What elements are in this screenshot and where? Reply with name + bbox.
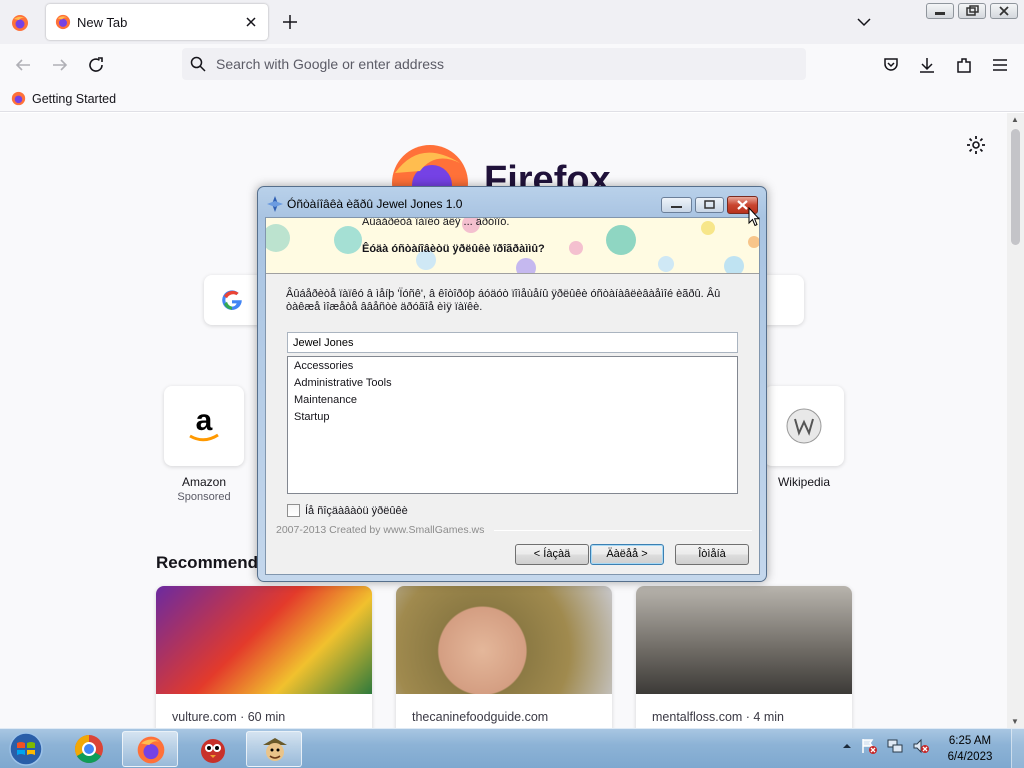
firefox-view-icon[interactable]: [11, 14, 29, 32]
bookmark-getting-started[interactable]: Getting Started: [11, 91, 116, 106]
story-image-historic-photo: [636, 586, 852, 694]
taskbar-chrome[interactable]: [61, 731, 117, 767]
show-desktop-button[interactable]: [1011, 729, 1024, 768]
story-image-comic: [156, 586, 372, 694]
dialog-body: Âûáåðèòå ïàïêó äëÿ ... ãðóïïó. Êóäà óñòà…: [265, 217, 760, 575]
taskbar-clock[interactable]: 6:25 AM 6/4/2023: [940, 733, 1000, 765]
recommended-heading: Recommende: [156, 553, 268, 572]
url-bar[interactable]: [182, 48, 806, 80]
next-button[interactable]: Äàëåå >: [590, 544, 664, 565]
window-close-button[interactable]: [990, 3, 1018, 19]
svg-text:a: a: [196, 406, 213, 437]
red-bird-app-icon: [201, 739, 225, 763]
dialog-title: Óñòàíîâêà èãðû Jewel Jones 1.0: [287, 197, 463, 211]
dialog-maximize-button[interactable]: [695, 197, 724, 213]
volume-muted-icon[interactable]: [912, 737, 930, 755]
divider: [494, 530, 752, 531]
google-icon: [222, 290, 242, 310]
action-center-flag-icon[interactable]: [860, 737, 878, 755]
taskbar-game-app[interactable]: [185, 731, 241, 767]
window-restore-button[interactable]: [958, 3, 986, 19]
scroll-down-arrow-icon[interactable]: ▼: [1011, 717, 1019, 726]
taskbar-installer[interactable]: [246, 731, 302, 767]
clock-date: 6/4/2023: [947, 751, 993, 763]
gear-icon[interactable]: [966, 135, 986, 155]
folder-list-item[interactable]: Maintenance: [294, 394, 357, 406]
no-shortcuts-checkbox[interactable]: Íå ñîçäàâàòü ÿðëûêè: [287, 504, 408, 517]
bookmarks-toolbar: Getting Started: [0, 86, 1024, 112]
start-menu-folder-list[interactable]: Accessories Administrative Tools Mainten…: [287, 356, 738, 494]
story-card[interactable]: thecaninefoodguide.com: [396, 586, 612, 728]
checkbox-label: Íå ñîçäàâàòü ÿðëûêè: [305, 504, 408, 517]
start-button[interactable]: [6, 731, 46, 767]
dialog-header-banner: Âûáåðèòå ïàïêó äëÿ ... ãðóïïó. Êóäà óñòà…: [266, 218, 759, 274]
start-menu-folder-input[interactable]: [287, 332, 738, 353]
downloads-icon[interactable]: [918, 56, 936, 74]
story-source: thecaninefoodguide.com: [412, 710, 549, 724]
installer-branding: 2007-2013 Created by www.SmallGames.ws: [276, 524, 485, 536]
wikipedia-icon: [786, 408, 822, 444]
installer-app-icon: [266, 195, 284, 213]
windows-taskbar: 6:25 AM 6/4/2023: [0, 728, 1024, 768]
top-site-label: Amazon: [181, 475, 227, 489]
top-site-sponsored: Sponsored: [177, 491, 231, 503]
hamburger-menu-icon[interactable]: [991, 56, 1009, 74]
scrollbar-thumb[interactable]: [1011, 129, 1020, 245]
tab-new-tab[interactable]: New Tab: [46, 4, 268, 40]
banner-title: Êóäà óñòàíîâèòü ÿðëûêè ïðîãðàììû?: [362, 243, 545, 255]
back-button[interactable]: < Íàçàä: [515, 544, 589, 565]
forward-arrow-icon[interactable]: [51, 56, 69, 74]
chevron-down-icon[interactable]: [856, 14, 872, 30]
folder-list-item[interactable]: Accessories: [294, 360, 353, 372]
back-arrow-icon[interactable]: [14, 56, 32, 74]
clock-time: 6:25 AM: [948, 735, 992, 747]
folder-list-item[interactable]: Startup: [294, 411, 329, 423]
story-source: mentalfloss.com · 4 min: [652, 710, 784, 724]
address-input[interactable]: [216, 54, 776, 74]
firefox-icon: [137, 736, 165, 764]
system-tray: [842, 737, 930, 755]
amazon-icon: a: [189, 406, 219, 442]
chrome-icon: [75, 735, 103, 763]
story-source: vulture.com · 60 min: [172, 710, 286, 724]
page-scrollbar[interactable]: ▲ ▼: [1007, 113, 1024, 728]
pocket-icon[interactable]: [882, 56, 900, 74]
mouse-pointer-icon: [748, 207, 760, 227]
top-site-amazon[interactable]: a: [164, 386, 244, 466]
story-image-dog-food: [396, 586, 612, 694]
dialog-minimize-button[interactable]: [661, 197, 692, 213]
dialog-description: Âûáåðèòå ïàïêó â ìåíþ 'Ïóñê', â êîòîðóþ …: [286, 288, 721, 313]
network-icon[interactable]: [886, 737, 904, 755]
window-minimize-button[interactable]: [926, 3, 954, 19]
tab-title: New Tab: [77, 15, 128, 30]
reload-icon[interactable]: [87, 56, 105, 74]
story-card[interactable]: mentalfloss.com · 4 min: [636, 586, 852, 728]
folder-list-item[interactable]: Administrative Tools: [294, 377, 392, 389]
checkbox-box[interactable]: [287, 504, 300, 517]
new-tab-plus-icon[interactable]: [280, 12, 300, 32]
installer-dialog: Óñòàíîâêà èãðû Jewel Jones 1.0 Âûáåðèòå: [257, 186, 767, 582]
top-site-wikipedia[interactable]: [764, 386, 844, 466]
firefox-icon: [11, 91, 26, 106]
installer-character-icon: [263, 738, 287, 761]
firefox-icon: [55, 14, 71, 30]
cancel-button[interactable]: Îòìåíà: [675, 544, 749, 565]
taskbar-firefox[interactable]: [122, 731, 178, 767]
banner-subtitle: Âûáåðèòå ïàïêó äëÿ ... ãðóïïó.: [362, 218, 510, 228]
tab-bar: New Tab: [0, 0, 1024, 44]
story-card[interactable]: vulture.com · 60 min: [156, 586, 372, 728]
search-icon: [190, 56, 206, 72]
extensions-icon[interactable]: [955, 56, 973, 74]
bookmark-label: Getting Started: [32, 91, 117, 106]
scroll-up-arrow-icon[interactable]: ▲: [1011, 115, 1019, 124]
close-tab-icon[interactable]: [242, 13, 260, 31]
show-hidden-icons-arrow-icon[interactable]: [842, 738, 852, 754]
top-site-label: Wikipedia: [777, 475, 831, 489]
